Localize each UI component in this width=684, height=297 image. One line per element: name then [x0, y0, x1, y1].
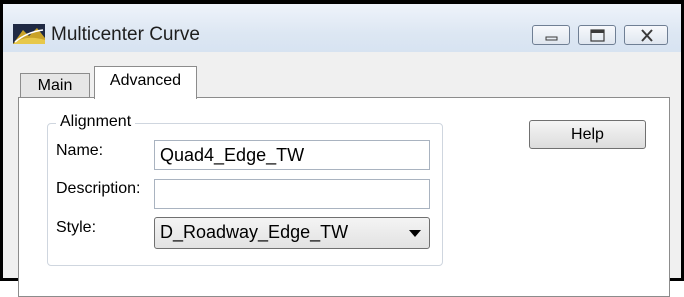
description-label: Description:	[56, 180, 141, 197]
advanced-tab-panel: Alignment Name: Quad4_Edge_TW Descriptio…	[18, 97, 670, 297]
dialog-window: Multicenter Curve Main Advanced Alignmen…	[0, 0, 684, 297]
style-label: Style:	[56, 219, 97, 236]
minimize-icon	[545, 36, 558, 41]
tab-main-label: Main	[37, 77, 73, 94]
maximize-button[interactable]	[578, 25, 616, 45]
chevron-down-icon	[409, 230, 421, 237]
title-bar[interactable]: Multicenter Curve	[3, 4, 681, 53]
help-button[interactable]: Help	[529, 120, 646, 149]
alignment-group-label: Alignment	[56, 113, 136, 131]
tab-advanced-label: Advanced	[109, 72, 182, 89]
name-label: Name:	[56, 142, 104, 159]
app-icon	[13, 24, 45, 44]
tab-advanced[interactable]: Advanced	[94, 66, 197, 99]
dialog-body: Main Advanced Alignment Name: Quad4_Edge…	[3, 52, 681, 297]
maximize-icon	[590, 29, 605, 42]
style-dropdown-value: D_Roadway_Edge_TW	[160, 222, 349, 242]
description-field[interactable]	[154, 179, 430, 209]
style-dropdown[interactable]: D_Roadway_Edge_TW	[154, 217, 430, 249]
minimize-button[interactable]	[532, 25, 570, 45]
window-title: Multicenter Curve	[51, 24, 200, 45]
close-icon	[641, 29, 653, 42]
close-button[interactable]	[624, 25, 668, 45]
name-field[interactable]: Quad4_Edge_TW	[154, 140, 430, 170]
tab-main[interactable]: Main	[20, 73, 90, 98]
